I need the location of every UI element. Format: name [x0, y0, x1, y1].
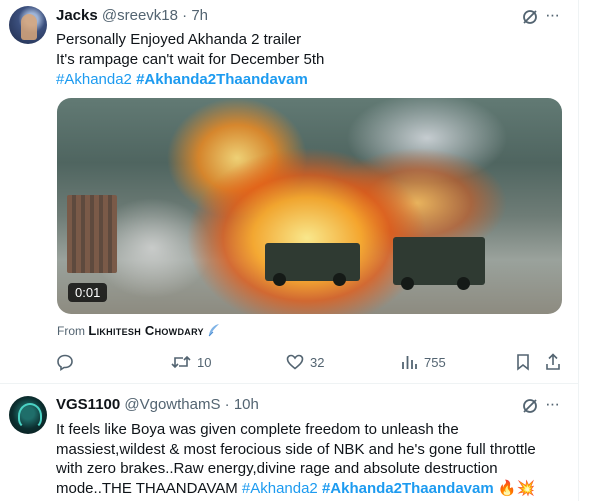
- more-icon[interactable]: ···: [545, 394, 563, 414]
- retweet-icon: [171, 353, 191, 371]
- retweet-button[interactable]: 10: [171, 352, 211, 372]
- user-handle[interactable]: @VgowthamS: [124, 396, 220, 413]
- video-timestamp: 0:01: [68, 283, 108, 302]
- attribution: From Likhitesh Chowdary: [57, 323, 221, 340]
- tweet-text-line: Personally Enjoyed Akhanda 2 trailer: [56, 31, 302, 48]
- share-icon: [545, 353, 561, 371]
- collision-emoji: 💥: [516, 480, 536, 498]
- tweet-text: It feels like Boya was given complete fr…: [56, 420, 566, 499]
- hashtag-link[interactable]: #Akhanda2: [56, 71, 132, 88]
- retweet-count: 10: [197, 354, 212, 370]
- video-player[interactable]: 0:01: [57, 98, 562, 314]
- tweet-header: Jacks @sreevk18 · 7h: [56, 7, 208, 27]
- tweet-header: VGS1100 @VgowthamS · 10h: [56, 396, 259, 416]
- user-handle[interactable]: @sreevk18: [102, 7, 178, 24]
- attribution-author[interactable]: Likhitesh Chowdary: [88, 323, 204, 338]
- timestamp[interactable]: 10h: [234, 396, 259, 413]
- truck: [265, 243, 360, 286]
- tweet-text-line: It's rampage can't wait for December 5th: [56, 51, 325, 68]
- tweet-actions: 10 32 755: [0, 352, 578, 372]
- views-icon: [400, 353, 418, 371]
- share-button[interactable]: [545, 352, 561, 372]
- from-label: From: [57, 324, 85, 338]
- display-name[interactable]: Jacks: [56, 7, 98, 24]
- separator: ·: [224, 396, 230, 413]
- avatar[interactable]: [9, 396, 47, 434]
- grok-icon[interactable]: [521, 397, 539, 415]
- hashtag-link[interactable]: #Akhanda2Thaandavam: [136, 71, 308, 88]
- truck: [393, 237, 485, 290]
- bookmark-button[interactable]: [515, 352, 531, 372]
- bookmark-icon: [515, 353, 531, 371]
- feather-icon: [207, 323, 221, 340]
- heart-icon: [286, 353, 304, 371]
- hashtag-link[interactable]: #Akhanda2: [242, 480, 318, 497]
- stone-wall: [67, 195, 117, 273]
- hashtag-link[interactable]: #Akhanda2Thaandavam: [322, 480, 494, 497]
- views-count: 755: [424, 354, 446, 370]
- like-button[interactable]: 32: [286, 352, 324, 372]
- more-icon[interactable]: ···: [545, 5, 563, 25]
- like-count: 32: [310, 354, 325, 370]
- grok-icon[interactable]: [521, 8, 539, 26]
- timestamp[interactable]: 7h: [191, 7, 208, 24]
- reply-icon: [56, 353, 74, 371]
- tweet-text: Personally Enjoyed Akhanda 2 trailer It'…: [56, 30, 566, 90]
- avatar[interactable]: [9, 6, 47, 44]
- fire-emoji: 🔥: [497, 480, 517, 498]
- reply-button[interactable]: [56, 352, 80, 372]
- timeline-border: [578, 0, 579, 501]
- separator: ·: [182, 7, 188, 24]
- views-button[interactable]: 755: [400, 352, 446, 372]
- display-name[interactable]: VGS1100: [56, 396, 120, 413]
